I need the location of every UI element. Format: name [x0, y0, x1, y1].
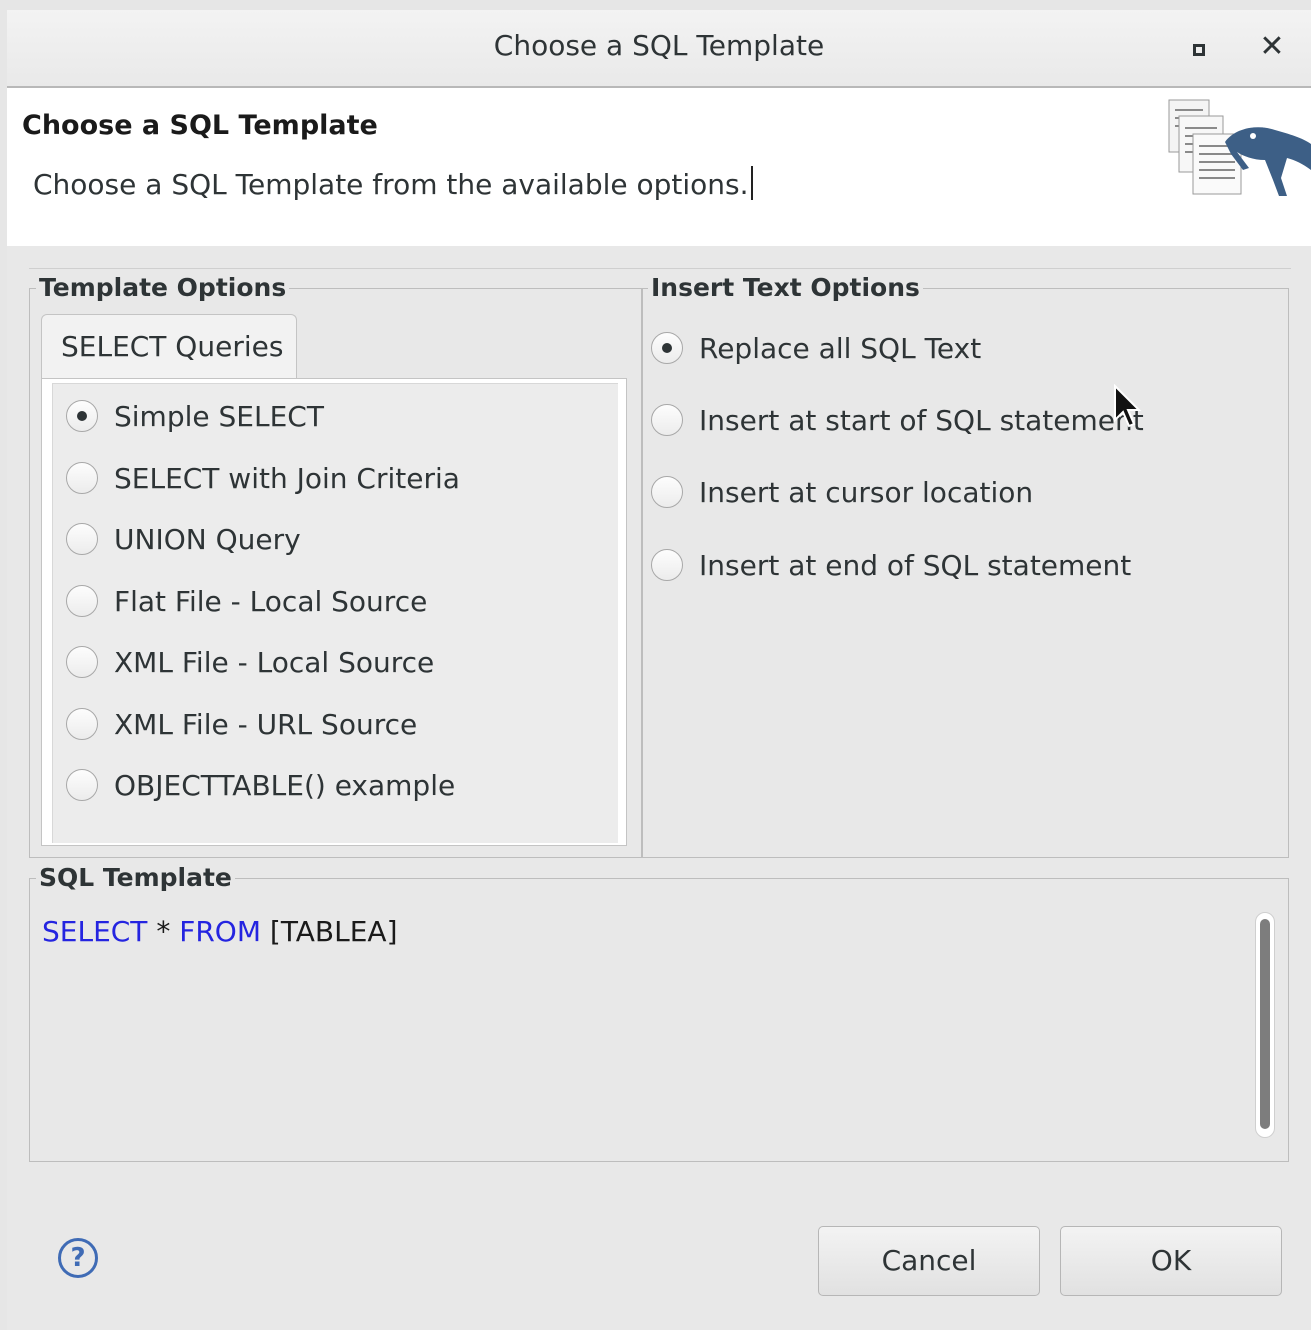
window-title: Choose a SQL Template: [493, 29, 825, 62]
option-label: Insert at end of SQL statement: [699, 548, 1132, 582]
option-xml-url[interactable]: XML File - URL Source: [66, 704, 417, 744]
sql-template-title: SQL Template: [36, 862, 235, 894]
option-objecttable[interactable]: OBJECTTABLE() example: [66, 765, 455, 805]
maximize-button[interactable]: [1185, 36, 1213, 64]
sql-keyword: FROM: [179, 915, 261, 948]
radio-button[interactable]: [66, 646, 98, 678]
cancel-button[interactable]: Cancel: [818, 1226, 1040, 1296]
radio-button[interactable]: [66, 523, 98, 555]
option-xml-local[interactable]: XML File - Local Source: [66, 642, 434, 682]
radio-button[interactable]: [66, 585, 98, 617]
radio-button[interactable]: [651, 549, 683, 581]
header-title: Choose a SQL Template: [22, 110, 378, 141]
option-label: Flat File - Local Source: [114, 584, 428, 618]
radio-button[interactable]: [651, 476, 683, 508]
radio-button[interactable]: [66, 462, 98, 494]
option-label: Simple SELECT: [114, 399, 324, 433]
sql-template-group[interactable]: SQL Template SELECT * FROM [TABLEA]: [29, 862, 1289, 1162]
sql-scrollbar[interactable]: [1255, 912, 1275, 1138]
mouse-pointer-icon: [1114, 384, 1142, 428]
option-label: XML File - URL Source: [114, 707, 418, 741]
option-label: UNION Query: [114, 522, 301, 556]
wizard-banner-icon: [1168, 99, 1311, 196]
insert-option-end[interactable]: Insert at end of SQL statement: [651, 545, 1131, 585]
insert-option-start[interactable]: Insert at start of SQL statement: [651, 400, 1144, 440]
option-label: SELECT with Join Criteria: [114, 461, 460, 495]
option-flat-file[interactable]: Flat File - Local Source: [66, 581, 427, 621]
radio-button[interactable]: [66, 708, 98, 740]
sql-symbol: *: [147, 915, 180, 948]
dialog-window: Choose a SQL Template ✕ Choose a SQL Tem…: [7, 10, 1311, 1330]
header-description: Choose a SQL Template from the available…: [33, 166, 753, 201]
insert-option-cursor[interactable]: Insert at cursor location: [651, 472, 1033, 512]
help-icon[interactable]: ?: [58, 1238, 98, 1278]
option-union-query[interactable]: UNION Query: [66, 519, 301, 559]
option-label: Replace all SQL Text: [699, 331, 982, 365]
insert-option-replace-all[interactable]: Replace all SQL Text: [651, 328, 981, 368]
radio-button[interactable]: [651, 404, 683, 436]
radio-button[interactable]: [66, 400, 98, 432]
wizard-header: Choose a SQL Template Choose a SQL Templ…: [7, 88, 1311, 246]
separator: [29, 268, 1291, 269]
insert-options-title: Insert Text Options: [648, 272, 923, 304]
title-bar: Choose a SQL Template ✕: [7, 10, 1311, 88]
option-label: XML File - Local Source: [114, 645, 435, 679]
option-simple-select[interactable]: Simple SELECT: [66, 396, 324, 436]
option-select-join[interactable]: SELECT with Join Criteria: [66, 458, 460, 498]
sql-table-name: [TABLEA]: [261, 915, 398, 948]
sql-template-text[interactable]: SELECT * FROM [TABLEA]: [42, 915, 398, 948]
option-label: Insert at start of SQL statement: [699, 403, 1144, 437]
template-options-title: Template Options: [36, 272, 290, 304]
radio-button[interactable]: [651, 332, 683, 364]
ok-button[interactable]: OK: [1060, 1226, 1282, 1296]
maximize-icon: [1193, 44, 1205, 56]
close-button[interactable]: ✕: [1257, 32, 1287, 62]
close-icon: ✕: [1259, 29, 1285, 64]
option-label: OBJECTTABLE() example: [114, 768, 456, 802]
radio-button[interactable]: [66, 769, 98, 801]
tab-select-queries[interactable]: SELECT Queries: [41, 314, 297, 380]
option-label: Insert at cursor location: [699, 475, 1034, 509]
sql-keyword: SELECT: [42, 915, 148, 948]
scrollbar-thumb[interactable]: [1260, 919, 1270, 1129]
